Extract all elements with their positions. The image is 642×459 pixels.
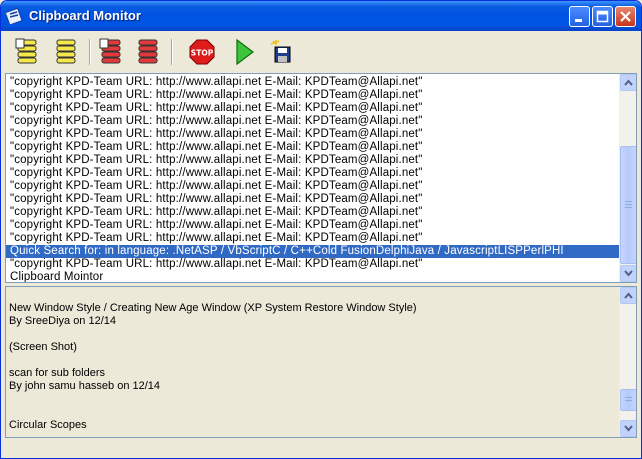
save-button[interactable] — [265, 35, 299, 69]
detail-text-line: (Screen Shot) — [9, 341, 77, 353]
list-item[interactable]: "copyright KPD-Team URL: http://www.alla… — [6, 232, 620, 245]
stop-button[interactable]: STOP — [185, 35, 219, 69]
toolbar-separator — [171, 39, 173, 65]
status-bar — [1, 441, 641, 458]
list-item[interactable]: Quick Search for: in language: .NetASP /… — [6, 245, 620, 258]
toolbar-separator — [89, 39, 91, 65]
stop-icon-label: STOP — [191, 49, 214, 58]
scroll-grip — [625, 400, 632, 401]
list-item[interactable]: "copyright KPD-Team URL: http://www.alla… — [6, 115, 620, 128]
window-title: Clipboard Monitor — [29, 8, 141, 23]
clear-all-button[interactable] — [131, 35, 165, 69]
scroll-down-button[interactable] — [620, 420, 636, 437]
scroll-grip — [625, 397, 632, 398]
scroll-down-button[interactable] — [620, 265, 636, 282]
detail-text-line: New Window Style / Creating New Age Wind… — [9, 302, 417, 314]
maximize-button[interactable] — [592, 6, 613, 27]
clipboard-history-list[interactable]: "copyright KPD-Team URL: http://www.alla… — [5, 73, 637, 283]
scroll-grip — [625, 204, 632, 205]
list-item[interactable]: "copyright KPD-Team URL: http://www.alla… — [6, 219, 620, 232]
minimize-icon — [575, 19, 582, 22]
detail-content: New Window Style / Creating New Age Wind… — [6, 287, 620, 437]
toolbar: STOP — [5, 33, 639, 73]
app-icon — [6, 7, 23, 24]
title-bar[interactable]: Clipboard Monitor — [1, 1, 641, 31]
chevron-up-icon — [624, 292, 633, 299]
scroll-thumb[interactable] — [620, 389, 636, 411]
list-item[interactable]: "copyright KPD-Team URL: http://www.alla… — [6, 154, 620, 167]
start-button[interactable] — [227, 35, 261, 69]
yellow-stack-icon — [56, 39, 76, 64]
chevron-down-icon — [624, 270, 633, 277]
scroll-thumb[interactable] — [620, 146, 636, 264]
maximize-icon — [596, 10, 609, 23]
minimize-button[interactable] — [569, 6, 590, 27]
list-item[interactable]: "copyright KPD-Team URL: http://www.alla… — [6, 258, 620, 271]
red-stack-icon — [99, 38, 121, 64]
scroll-up-button[interactable] — [620, 74, 636, 91]
scroll-grip — [625, 201, 632, 202]
list-item[interactable]: "copyright KPD-Team URL: http://www.alla… — [6, 76, 620, 89]
save-icon — [270, 40, 291, 63]
list-item[interactable]: "copyright KPD-Team URL: http://www.alla… — [6, 141, 620, 154]
detail-text-line: By john samu hasseb on 12/14 — [9, 380, 161, 392]
stop-icon: STOP — [189, 39, 215, 65]
list-item[interactable]: "copyright KPD-Team URL: http://www.alla… — [6, 102, 620, 115]
copy-stack-button[interactable] — [11, 35, 45, 69]
play-icon — [236, 38, 254, 66]
chevron-up-icon — [624, 79, 633, 86]
list-item[interactable]: "copyright KPD-Team URL: http://www.alla… — [6, 128, 620, 141]
delete-item-button[interactable] — [95, 35, 129, 69]
detail-text-line: By SreeDiya on 12/14 — [9, 315, 117, 327]
list-item[interactable]: Clipboard Mointor — [6, 271, 620, 282]
list-item[interactable]: "copyright KPD-Team URL: http://www.alla… — [6, 206, 620, 219]
list-item[interactable]: "copyright KPD-Team URL: http://www.alla… — [6, 193, 620, 206]
list-item[interactable]: "copyright KPD-Team URL: http://www.alla… — [6, 180, 620, 193]
yellow-stack-icon — [15, 38, 37, 64]
red-stack-icon — [138, 39, 158, 64]
chevron-down-icon — [624, 425, 633, 432]
scroll-grip — [625, 207, 632, 208]
detail-vertical-scrollbar[interactable] — [619, 287, 636, 437]
list-vertical-scrollbar[interactable] — [619, 74, 636, 282]
detail-text-line: Circular Scopes — [9, 419, 87, 431]
paste-stack-button[interactable] — [49, 35, 83, 69]
close-icon — [620, 11, 631, 22]
clipboard-monitor-window: Clipboard Monitor STOP "copyright KPD-Te… — [0, 0, 642, 459]
close-button[interactable] — [615, 6, 636, 27]
list-content: "copyright KPD-Team URL: http://www.alla… — [6, 74, 620, 282]
list-item[interactable]: "copyright KPD-Team URL: http://www.alla… — [6, 89, 620, 102]
scroll-up-button[interactable] — [620, 287, 636, 304]
detail-text-line: scan for sub folders — [9, 367, 105, 379]
clipboard-detail-text[interactable]: New Window Style / Creating New Age Wind… — [5, 286, 637, 438]
list-item[interactable]: "copyright KPD-Team URL: http://www.alla… — [6, 167, 620, 180]
